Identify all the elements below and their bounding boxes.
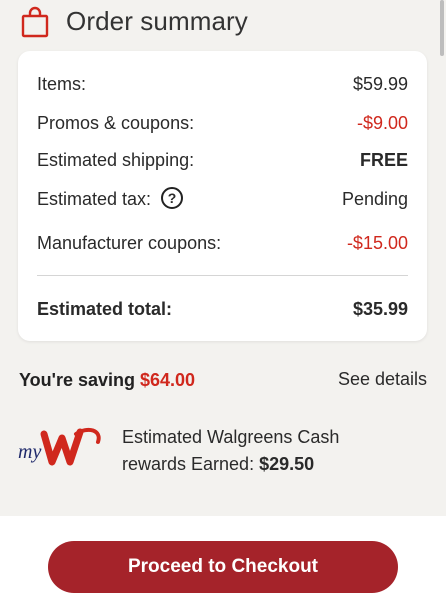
savings-prefix: You're saving — [19, 370, 140, 390]
checkout-bar: Proceed to Checkout — [0, 516, 446, 599]
scrollbar[interactable] — [440, 0, 444, 56]
savings-amount: $64.00 — [139, 370, 196, 390]
page-title: Order summary — [66, 6, 248, 36]
shopping-bag-icon — [21, 6, 49, 38]
svg-text:my: my — [18, 441, 41, 463]
tax-label-group: Estimated tax:? — [37, 187, 184, 211]
summary-card: Items: $59.99 Promos & coupons: -$9.00 E… — [18, 51, 427, 341]
savings-text: You're saving $64.00 — [19, 370, 195, 391]
promos-value: -$9.00 — [356, 113, 408, 133]
tax-value: Pending — [341, 189, 408, 209]
promos-label: Promos & coupons: — [37, 113, 195, 133]
cash-line-2: rewards Earned: $29.50 — [122, 451, 422, 478]
total-label: Estimated total: — [37, 299, 173, 319]
divider — [37, 275, 408, 276]
question-mark-icon[interactable]: ? — [161, 187, 184, 210]
cash-line-2-prefix: rewards Earned: — [122, 454, 260, 474]
order-summary-header: Order summary — [0, 0, 446, 48]
shipping-row: Estimated shipping: FREE — [37, 150, 408, 174]
see-details-link[interactable]: See details — [338, 369, 427, 390]
shipping-value: FREE — [359, 150, 408, 170]
tax-row: Estimated tax:? Pending — [37, 187, 408, 213]
items-row: Items: $59.99 — [37, 74, 408, 98]
cash-line-1: Estimated Walgreens Cash — [122, 427, 340, 447]
total-value: $35.99 — [352, 299, 408, 319]
proceed-to-checkout-button[interactable]: Proceed to Checkout — [48, 541, 398, 593]
promos-row: Promos & coupons: -$9.00 — [37, 113, 408, 137]
manufacturer-coupons-label: Manufacturer coupons: — [37, 233, 222, 253]
mywalgreens-logo: my — [18, 427, 101, 466]
walgreens-cash-text: Estimated Walgreens Cash rewards Earned:… — [122, 424, 422, 478]
tax-label: Estimated tax: — [37, 189, 152, 209]
total-row: Estimated total: $35.99 — [37, 299, 408, 323]
items-label: Items: — [37, 74, 87, 94]
items-value: $59.99 — [352, 74, 408, 94]
manufacturer-coupons-row: Manufacturer coupons: -$15.00 — [37, 233, 408, 257]
manufacturer-coupons-value: -$15.00 — [346, 233, 408, 253]
shipping-label: Estimated shipping: — [37, 150, 195, 170]
cash-amount: $29.50 — [259, 454, 315, 474]
